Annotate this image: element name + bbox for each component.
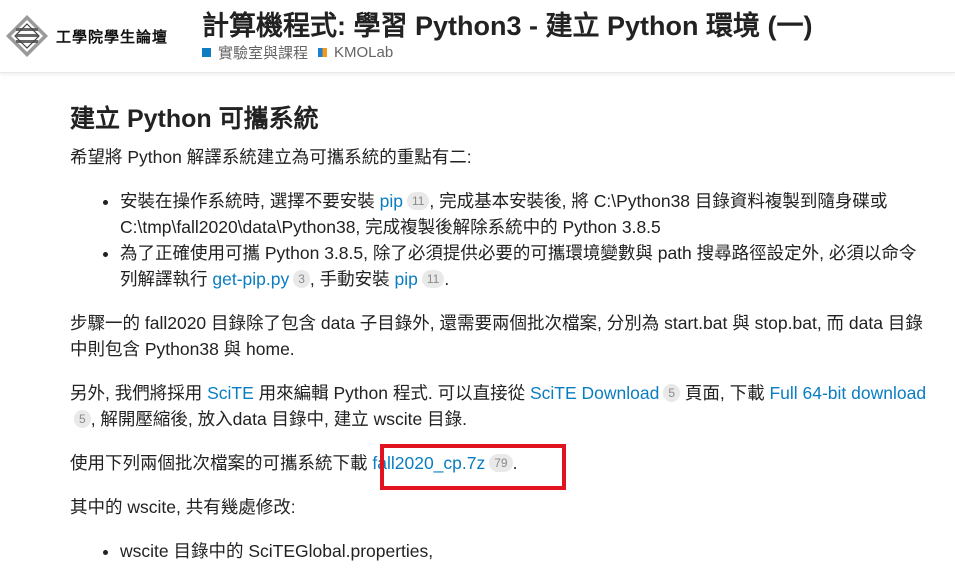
topic-title[interactable]: 計算機程式: 學習 Python3 - 建立 Python 環境 (一) (202, 4, 812, 43)
list-item: 為了正確使用可攜 Python 3.8.5, 除了必須提供必要的可攜環境變數與 … (120, 240, 930, 292)
click-count-badge: 3 (293, 270, 310, 288)
paragraph-text: , 解開壓縮後, 放入data 目錄中, 建立 wscite 目錄. (90, 409, 467, 429)
scite-paragraph: 另外, 我們將採用 SciTE 用來編輯 Python 程式. 可以直接從 Sc… (70, 380, 930, 432)
list-text: 安裝在操作系統時, 選擇不要安裝 (120, 191, 380, 211)
category-color-swatch (318, 48, 328, 57)
list-text: , 手動安裝 (309, 269, 395, 289)
pip-link[interactable]: pip (380, 191, 403, 211)
click-count-badge: 11 (406, 192, 430, 210)
scite-download-link[interactable]: SciTE Download (530, 383, 659, 403)
site-header: 工學院學生論壇 計算機程式: 學習 Python3 - 建立 Python 環境… (0, 0, 955, 73)
category-color-swatch (202, 48, 211, 57)
click-count-badge: 79 (489, 454, 513, 472)
list-text: . (444, 269, 450, 289)
paragraph-text: 頁面, 下載 (680, 383, 770, 403)
click-count-badge: 11 (421, 270, 445, 288)
list-item: 安裝在操作系統時, 選擇不要安裝 pip11, 完成基本安裝後, 將 C:\Py… (120, 188, 930, 240)
category-lab-courses[interactable]: 實驗室與課程 (202, 42, 308, 63)
forum-logo[interactable]: 工學院學生論壇 (4, 12, 194, 60)
fall2020-cp-download-link[interactable]: fall2020_cp.7z (372, 453, 485, 473)
category-label: 實驗室與課程 (218, 45, 309, 62)
list-item: wscite 目錄中的 SciTEGlobal.properties, (120, 538, 930, 564)
click-count-badge: 5 (663, 384, 680, 402)
paragraph-text: 使用下列兩個批次檔案的可攜系統下載 (70, 453, 373, 473)
pip-link[interactable]: pip (395, 269, 418, 289)
step-one-paragraph: 步驟一的 fall2020 目錄除了包含 data 子目錄外, 還需要兩個批次檔… (70, 313, 923, 359)
download-paragraph: 使用下列兩個批次檔案的可攜系統下載 fall2020_cp.7z 79. (70, 450, 930, 476)
intro-paragraph: 希望將 Python 解譯系統建立為可攜系統的重點有二: (70, 147, 472, 167)
topic-categories: 實驗室與課程 KMOLab (202, 42, 403, 63)
post-content: 建立 Python 可攜系統 希望將 Python 解譯系統建立為可攜系統的重點… (70, 90, 930, 582)
paragraph-text: . (512, 453, 518, 473)
category-label: KMOLab (334, 44, 394, 61)
paragraph-text: 另外, 我們將採用 (70, 383, 208, 403)
scite-link[interactable]: SciTE (207, 383, 254, 403)
wscite-paragraph: 其中的 wscite, 共有幾處修改: (70, 497, 296, 517)
click-count-badge: 5 (74, 410, 91, 428)
portable-points-list: 安裝在操作系統時, 選擇不要安裝 pip11, 完成基本安裝後, 將 C:\Py… (70, 188, 930, 292)
full-64bit-download-link[interactable]: Full 64-bit download (769, 383, 926, 403)
logo-text: 工學院學生論壇 (56, 27, 169, 46)
post-heading: 建立 Python 可攜系統 (70, 105, 319, 133)
logo-emblem-icon (6, 15, 48, 57)
wscite-changes-list: wscite 目錄中的 SciTEGlobal.properties, (70, 538, 930, 564)
paragraph-text: 用來編輯 Python 程式. 可以直接從 (253, 383, 530, 403)
category-kmolab[interactable]: KMOLab (318, 44, 393, 61)
get-pip-link[interactable]: get-pip.py (212, 269, 289, 289)
